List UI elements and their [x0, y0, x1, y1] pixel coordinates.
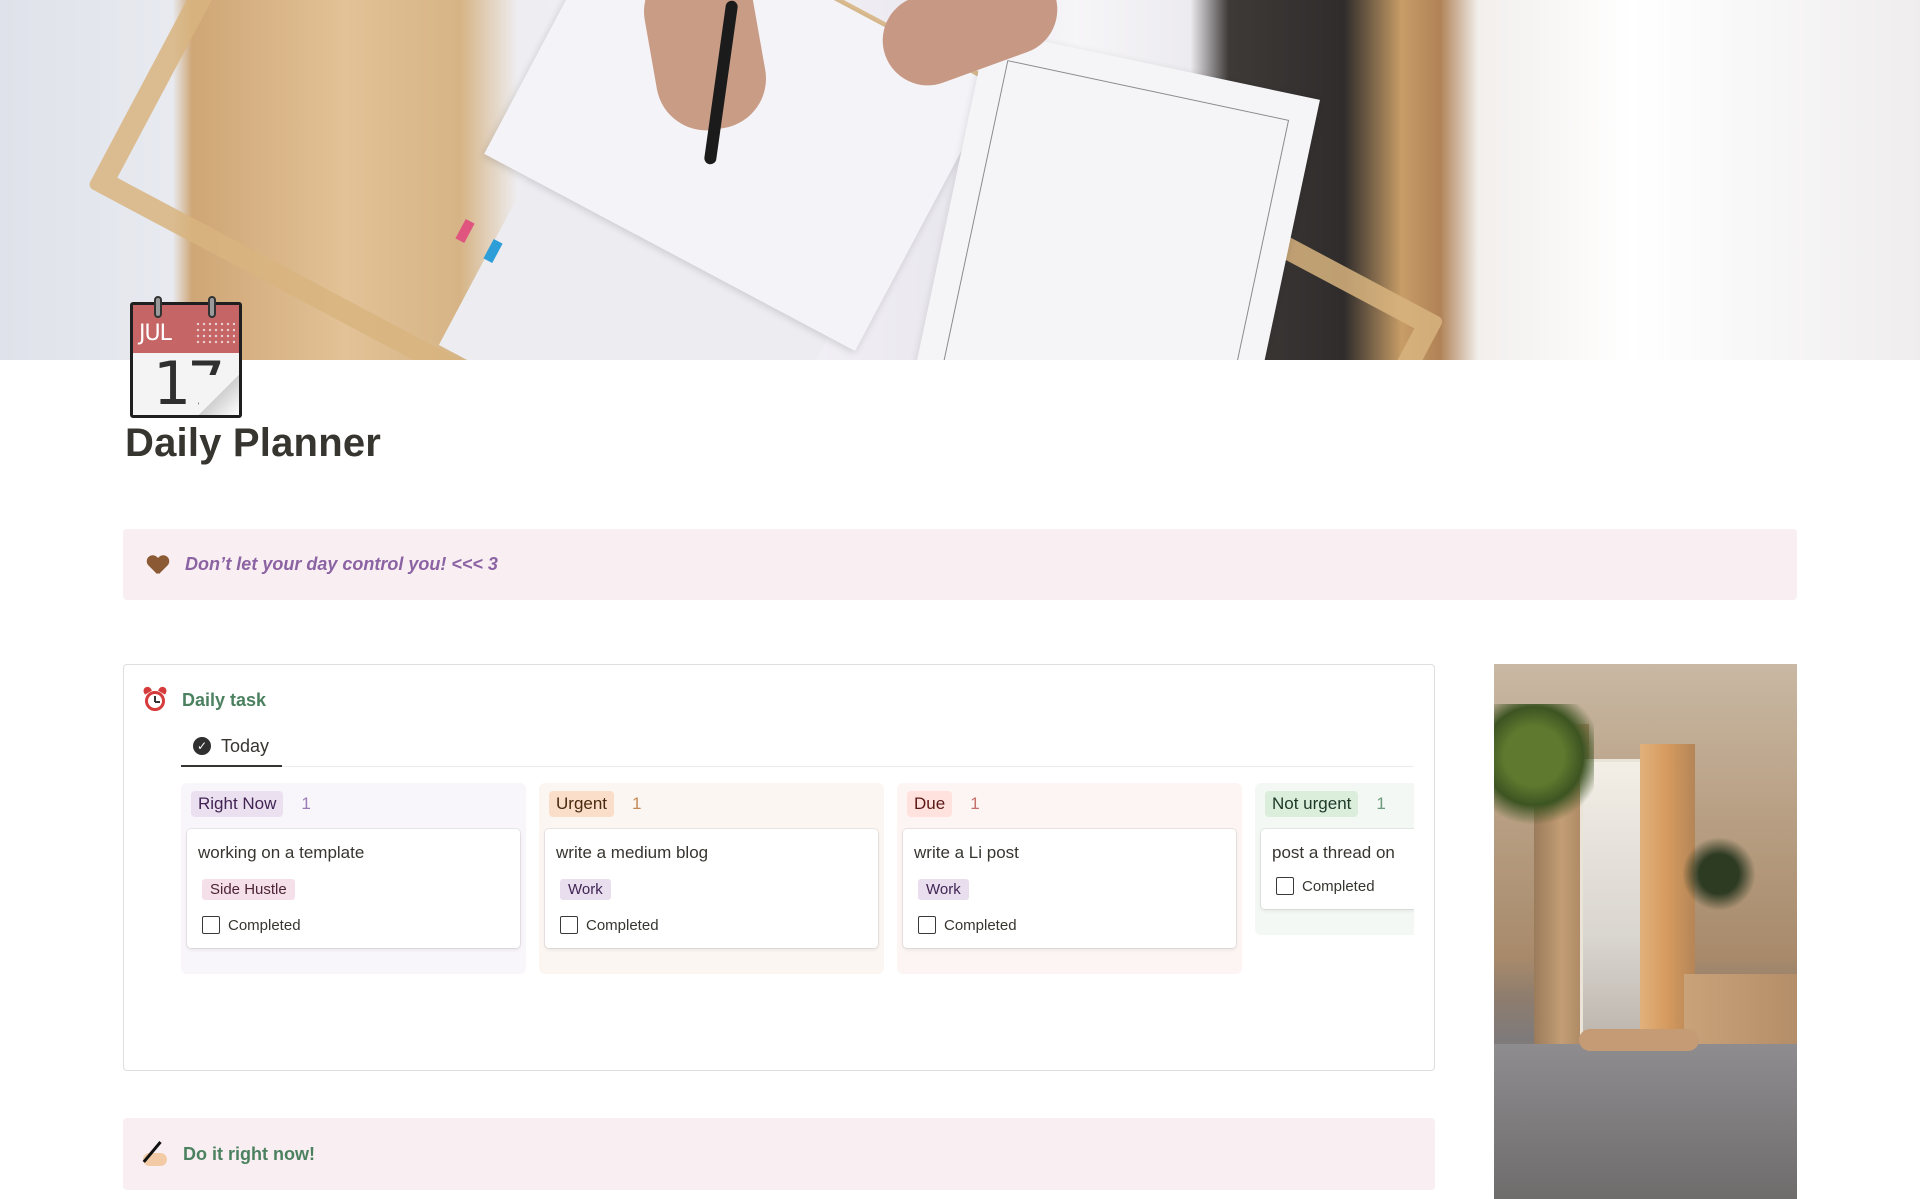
column-count: 1 — [1376, 794, 1386, 813]
column-count: 1 — [970, 794, 980, 813]
checkbox-label: Completed — [1302, 877, 1375, 895]
completed-checkbox[interactable]: Completed — [202, 914, 509, 936]
column-header[interactable]: Urgent 1 — [539, 783, 884, 825]
task-card[interactable]: write a Li post Work Completed — [903, 829, 1236, 948]
column-header[interactable]: Not urgent 1 — [1255, 783, 1414, 825]
alarm-clock-icon — [142, 685, 168, 713]
action-callout: Do it right now! — [123, 1118, 1435, 1190]
photo-plant — [1679, 834, 1759, 914]
calendar-body: JUL 17 — [130, 302, 242, 418]
completed-checkbox[interactable]: Completed — [918, 914, 1225, 936]
column-label: Due — [907, 791, 953, 817]
calendar-page-curl — [199, 375, 239, 415]
column-label: Not urgent — [1265, 791, 1359, 817]
column-header[interactable]: Due 1 — [897, 783, 1242, 825]
calendar-ring — [208, 296, 216, 318]
board-column-not-urgent: Not urgent 1 post a thread on Completed — [1255, 783, 1414, 935]
database-title[interactable]: Daily task — [142, 685, 266, 713]
completed-checkbox[interactable]: Completed — [560, 914, 867, 936]
column-count: 1 — [301, 794, 311, 813]
checkbox-icon[interactable] — [918, 916, 936, 934]
category-tag: Side Hustle — [202, 879, 295, 900]
task-card[interactable]: post a thread on Completed — [1261, 829, 1414, 909]
page-title: Daily Planner — [125, 421, 382, 465]
category-tag: Work — [918, 879, 969, 900]
column-header[interactable]: Right Now 1 — [181, 783, 526, 825]
writing-hand-icon — [141, 1140, 169, 1168]
daily-task-database: Daily task ✓ Today Right Now 1 working o… — [123, 664, 1435, 1071]
card-title: working on a template — [198, 843, 365, 862]
checkbox-label: Completed — [586, 916, 659, 934]
tab-today[interactable]: ✓ Today — [181, 727, 282, 767]
card-title: post a thread on — [1272, 843, 1395, 862]
check-circle-icon: ✓ — [193, 737, 211, 755]
calendar-ring — [154, 296, 162, 318]
board-column-urgent: Urgent 1 write a medium blog Work Comple… — [539, 783, 884, 974]
calendar-icon[interactable]: JUL 17 — [130, 296, 242, 418]
quote-callout: Don’t let your day control you! <<< 3 — [123, 529, 1797, 600]
category-tag: Work — [560, 879, 611, 900]
photo-bed — [1494, 1044, 1797, 1199]
brown-heart-icon — [143, 554, 173, 576]
task-card[interactable]: write a medium blog Work Completed — [545, 829, 878, 948]
task-card[interactable]: working on a template Side Hustle Comple… — [187, 829, 520, 948]
board-column-due: Due 1 write a Li post Work Completed — [897, 783, 1242, 974]
card-title: write a Li post — [914, 843, 1019, 862]
photo-cat — [1579, 1029, 1699, 1051]
callout-text: Don’t let your day control you! <<< 3 — [185, 554, 498, 574]
checkbox-label: Completed — [228, 916, 301, 934]
view-tabs: ✓ Today — [181, 727, 1414, 767]
calendar-dots — [195, 321, 235, 345]
column-count: 1 — [632, 794, 642, 813]
card-title: write a medium blog — [556, 843, 709, 862]
calendar-month: JUL — [139, 321, 172, 346]
completed-checkbox[interactable]: Completed — [1276, 875, 1414, 897]
checkbox-icon[interactable] — [202, 916, 220, 934]
column-label: Urgent — [549, 791, 615, 817]
checkbox-icon[interactable] — [1276, 877, 1294, 895]
bedroom-photo — [1494, 664, 1797, 1199]
cover-image — [0, 0, 1920, 360]
board-view[interactable]: Right Now 1 working on a template Side H… — [181, 783, 1414, 1043]
callout-text: Do it right now! — [183, 1143, 315, 1164]
photo-plant — [1494, 704, 1594, 834]
checkbox-icon[interactable] — [560, 916, 578, 934]
column-label: Right Now — [191, 791, 284, 817]
checkbox-label: Completed — [944, 916, 1017, 934]
board-column-right-now: Right Now 1 working on a template Side H… — [181, 783, 526, 974]
tab-label: Today — [221, 735, 270, 756]
database-title-label[interactable]: Daily task — [182, 690, 266, 711]
